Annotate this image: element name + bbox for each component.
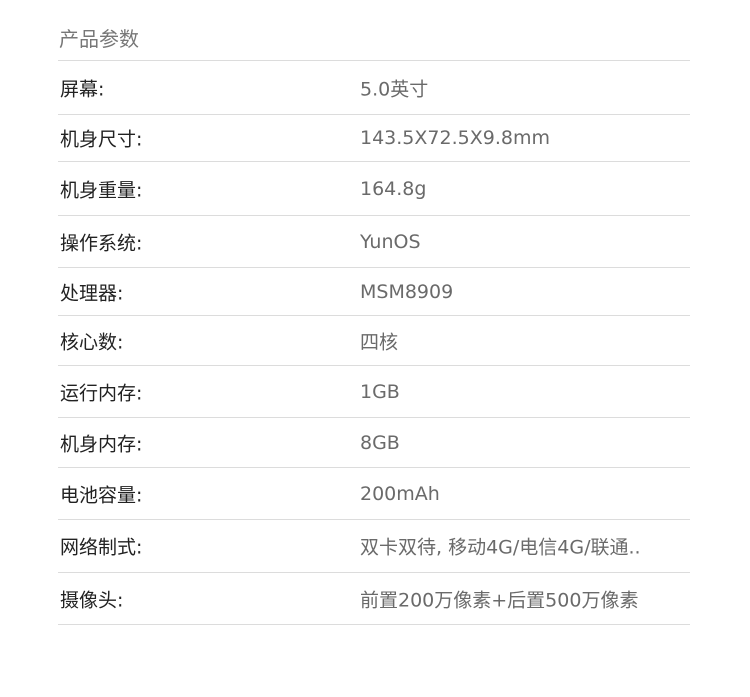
spec-row-processor: 处理器: MSM8909 bbox=[58, 268, 690, 316]
spec-value: 前置200万像素+后置500万像素 bbox=[360, 589, 639, 611]
spec-value: 143.5X72.5X9.8mm bbox=[360, 127, 550, 149]
product-spec-page: 产品参数 屏幕: 5.0英寸 机身尺寸: 143.5X72.5X9.8mm 机身… bbox=[0, 0, 750, 697]
spec-label: 处理器: bbox=[60, 282, 124, 304]
spec-row-weight: 机身重量: 164.8g bbox=[58, 162, 690, 216]
spec-value: 164.8g bbox=[360, 177, 427, 200]
spec-row-camera: 摄像头: 前置200万像素+后置500万像素 bbox=[58, 573, 690, 625]
spec-label: 机身重量: bbox=[60, 179, 143, 201]
spec-label: 机身尺寸: bbox=[60, 128, 143, 151]
spec-label: 屏幕: bbox=[60, 78, 105, 100]
spec-value: 200mAh bbox=[360, 482, 440, 505]
spec-row-battery: 电池容量: 200mAh bbox=[58, 468, 690, 520]
spec-label: 核心数: bbox=[60, 331, 124, 353]
spec-label: 运行内存: bbox=[60, 382, 143, 404]
spec-value: MSM8909 bbox=[360, 280, 454, 303]
spec-value: 8GB bbox=[360, 431, 400, 454]
spec-row-cores: 核心数: 四核 bbox=[58, 316, 690, 366]
spec-row-screen: 屏幕: 5.0英寸 bbox=[58, 61, 690, 115]
spec-label: 电池容量: bbox=[60, 484, 143, 506]
spec-value: 5.0英寸 bbox=[360, 78, 429, 100]
section-title: 产品参数 bbox=[59, 27, 139, 51]
spec-row-ram: 运行内存: 1GB bbox=[58, 366, 690, 418]
spec-row-network: 网络制式: 双卡双待, 移动4G/电信4G/联通.. bbox=[58, 520, 690, 573]
spec-value: 四核 bbox=[360, 331, 399, 353]
spec-label: 操作系统: bbox=[60, 232, 143, 254]
spec-label: 网络制式: bbox=[60, 536, 143, 559]
spec-value: YunOS bbox=[360, 230, 421, 253]
spec-row-dimensions: 机身尺寸: 143.5X72.5X9.8mm bbox=[58, 115, 690, 162]
spec-row-os: 操作系统: YunOS bbox=[58, 216, 690, 268]
spec-label: 机身内存: bbox=[60, 433, 143, 455]
spec-value: 1GB bbox=[360, 380, 400, 403]
spec-label: 摄像头: bbox=[60, 589, 124, 611]
spec-table: 屏幕: 5.0英寸 机身尺寸: 143.5X72.5X9.8mm 机身重量: 1… bbox=[58, 60, 690, 625]
spec-value: 双卡双待, 移动4G/电信4G/联通.. bbox=[360, 536, 641, 559]
spec-row-storage: 机身内存: 8GB bbox=[58, 418, 690, 468]
